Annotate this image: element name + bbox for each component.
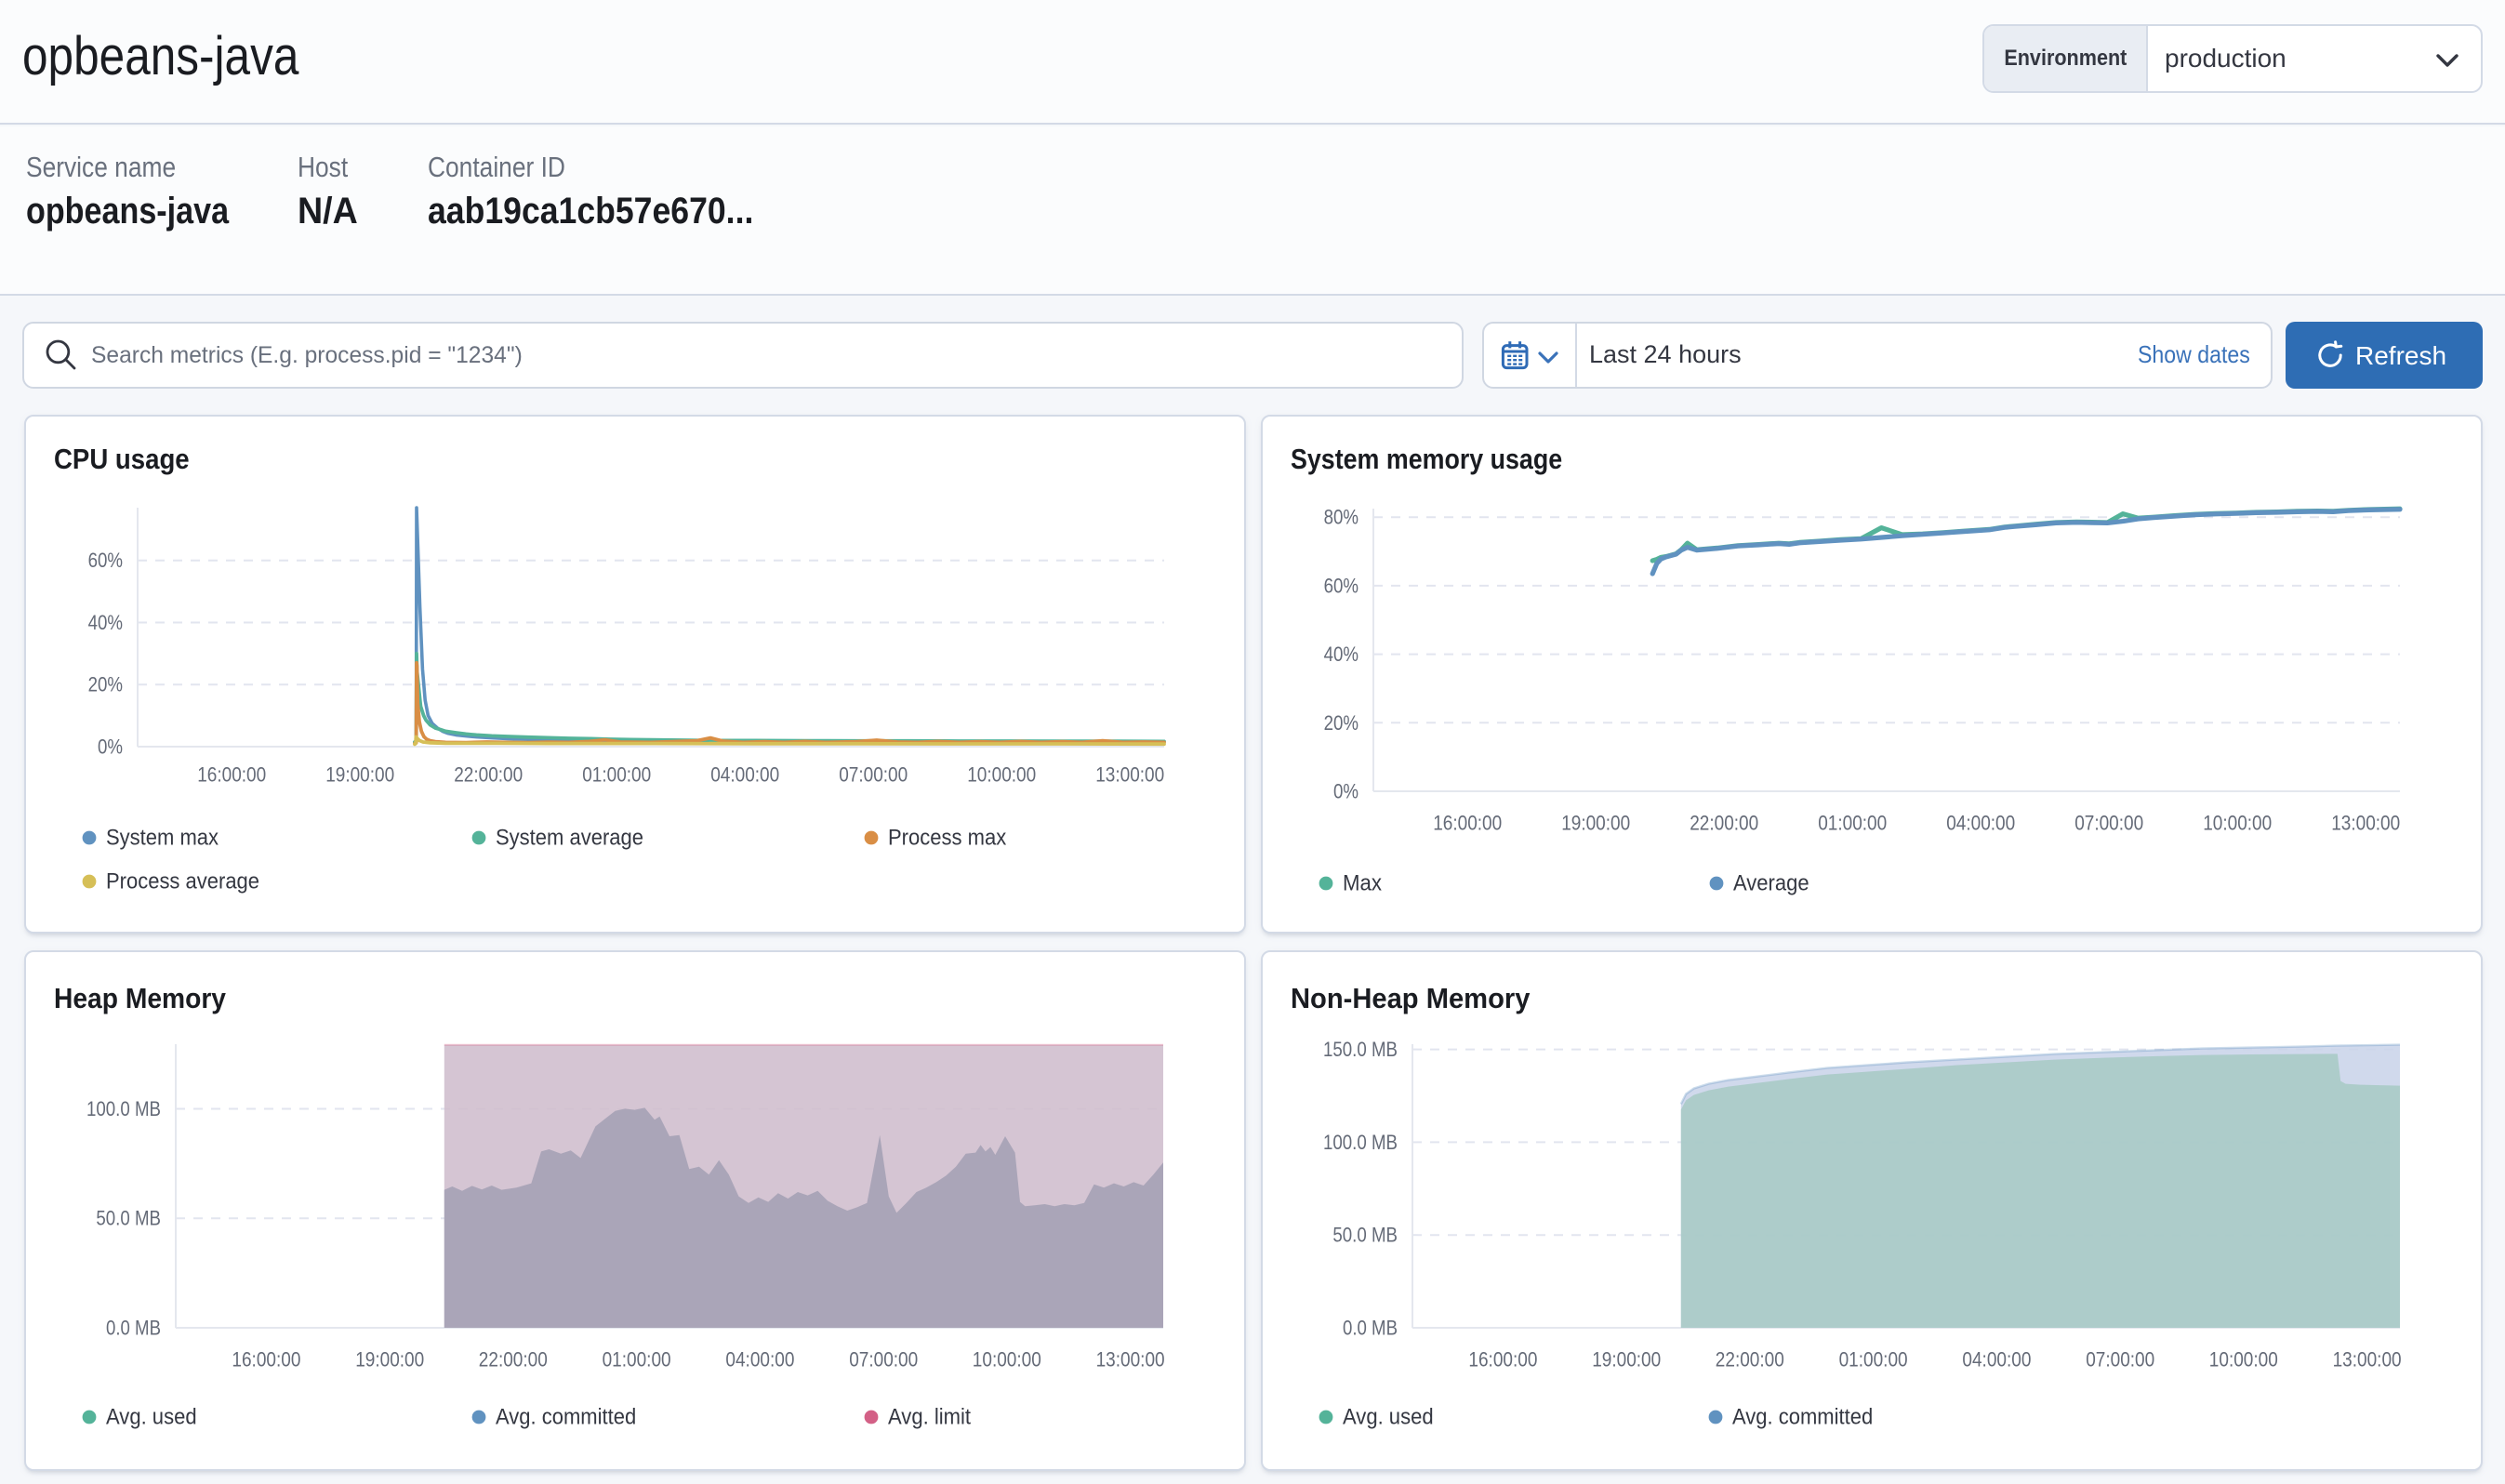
svg-text:07:00:00: 07:00:00: [838, 762, 907, 786]
svg-text:20%: 20%: [87, 672, 122, 696]
svg-text:Avg. committed: Avg. committed: [495, 1405, 635, 1430]
svg-text:01:00:00: 01:00:00: [1817, 811, 1886, 834]
svg-text:13:00:00: 13:00:00: [2332, 1348, 2401, 1371]
svg-text:07:00:00: 07:00:00: [2074, 811, 2142, 834]
svg-text:22:00:00: 22:00:00: [1689, 811, 1757, 834]
svg-text:19:00:00: 19:00:00: [325, 762, 393, 786]
svg-text:100.0 MB: 100.0 MB: [1322, 1131, 1397, 1154]
svg-text:07:00:00: 07:00:00: [2085, 1348, 2154, 1371]
svg-text:04:00:00: 04:00:00: [1961, 1348, 2030, 1371]
svg-text:10:00:00: 10:00:00: [2208, 1348, 2277, 1371]
svg-text:01:00:00: 01:00:00: [602, 1348, 670, 1371]
svg-text:Avg. used: Avg. used: [1342, 1405, 1433, 1430]
svg-text:04:00:00: 04:00:00: [709, 762, 778, 786]
svg-text:0%: 0%: [97, 735, 122, 758]
svg-text:System average: System average: [495, 825, 643, 850]
svg-text:22:00:00: 22:00:00: [453, 762, 522, 786]
svg-text:10:00:00: 10:00:00: [972, 1348, 1040, 1371]
svg-text:19:00:00: 19:00:00: [354, 1348, 423, 1371]
svg-text:Avg. committed: Avg. committed: [1731, 1405, 1872, 1430]
svg-text:22:00:00: 22:00:00: [478, 1348, 547, 1371]
svg-text:07:00:00: 07:00:00: [848, 1348, 917, 1371]
svg-text:10:00:00: 10:00:00: [2202, 811, 2271, 834]
svg-text:Avg. limit: Avg. limit: [887, 1405, 970, 1430]
svg-text:01:00:00: 01:00:00: [581, 762, 650, 786]
svg-text:04:00:00: 04:00:00: [1945, 811, 2014, 834]
svg-text:40%: 40%: [1323, 642, 1358, 665]
svg-text:60%: 60%: [87, 548, 122, 571]
svg-text:System max: System max: [105, 825, 218, 850]
svg-text:20%: 20%: [1323, 710, 1358, 734]
svg-text:Max: Max: [1342, 870, 1381, 895]
svg-text:40%: 40%: [87, 610, 122, 633]
svg-text:Average: Average: [1732, 870, 1809, 895]
svg-text:50.0 MB: 50.0 MB: [1332, 1224, 1397, 1247]
svg-text:16:00:00: 16:00:00: [231, 1348, 299, 1371]
svg-text:10:00:00: 10:00:00: [966, 762, 1035, 786]
svg-text:0%: 0%: [1332, 779, 1358, 802]
svg-text:04:00:00: 04:00:00: [724, 1348, 793, 1371]
svg-text:13:00:00: 13:00:00: [1095, 1348, 1164, 1371]
svg-text:150.0 MB: 150.0 MB: [1322, 1038, 1397, 1061]
svg-text:13:00:00: 13:00:00: [1094, 762, 1163, 786]
svg-text:19:00:00: 19:00:00: [1591, 1348, 1660, 1371]
svg-text:Process max: Process max: [887, 825, 1005, 850]
svg-text:16:00:00: 16:00:00: [1432, 811, 1501, 834]
svg-text:19:00:00: 19:00:00: [1560, 811, 1629, 834]
svg-text:16:00:00: 16:00:00: [1467, 1348, 1536, 1371]
svg-text:13:00:00: 13:00:00: [2330, 811, 2399, 834]
svg-text:0.0 MB: 0.0 MB: [105, 1317, 160, 1340]
svg-text:100.0 MB: 100.0 MB: [86, 1097, 160, 1120]
svg-text:50.0 MB: 50.0 MB: [95, 1207, 160, 1230]
svg-text:22:00:00: 22:00:00: [1715, 1348, 1783, 1371]
svg-text:80%: 80%: [1323, 505, 1358, 528]
svg-text:01:00:00: 01:00:00: [1838, 1348, 1907, 1371]
svg-text:60%: 60%: [1323, 573, 1358, 596]
svg-text:Process average: Process average: [105, 868, 258, 894]
svg-text:16:00:00: 16:00:00: [196, 762, 265, 786]
svg-text:0.0 MB: 0.0 MB: [1342, 1317, 1397, 1340]
svg-text:Avg. used: Avg. used: [105, 1405, 196, 1430]
